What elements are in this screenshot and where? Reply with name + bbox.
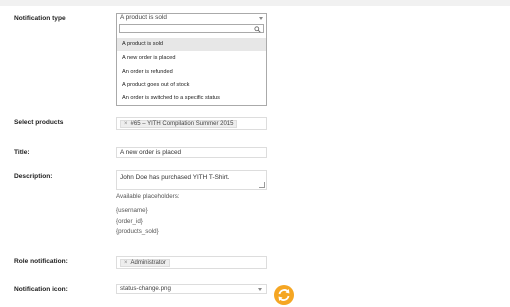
option-order-refunded[interactable]: An order is refunded xyxy=(117,66,266,79)
description-textarea[interactable]: John Doe has purchased YITH T-Shirt. xyxy=(116,170,267,190)
chevron-down-icon xyxy=(258,288,262,291)
option-product-sold[interactable]: A product is sold xyxy=(117,38,266,51)
select-products-label: Select products xyxy=(14,119,64,126)
option-new-order[interactable]: A new order is placed xyxy=(117,52,266,65)
option-out-of-stock[interactable]: A product goes out of stock xyxy=(117,79,266,92)
notification-type-search-input[interactable] xyxy=(119,24,264,33)
notification-type-label: Notification type xyxy=(14,15,66,22)
role-tag: × Administrator xyxy=(120,259,170,267)
placeholder-item: {username} xyxy=(116,207,148,214)
product-tag: × #65 – YITH Compilation Summer 2015 xyxy=(120,120,238,128)
title-label: Title: xyxy=(14,149,30,156)
remove-tag-icon[interactable]: × xyxy=(124,260,128,266)
placeholders-hint-title: Available placeholders: xyxy=(116,193,180,200)
notification-icon-label: Notification icon: xyxy=(14,286,68,293)
select-products-input[interactable]: × #65 – YITH Compilation Summer 2015 xyxy=(116,117,267,130)
title-input[interactable]: A new order is placed xyxy=(116,147,267,158)
role-notification-input[interactable]: × Administrator xyxy=(116,256,267,269)
resize-handle-icon[interactable] xyxy=(259,182,265,188)
search-icon xyxy=(254,26,261,33)
role-notification-label: Role notification: xyxy=(14,258,68,265)
notification-icon-select[interactable]: status-change.png xyxy=(116,284,267,294)
status-change-icon xyxy=(274,285,294,305)
notification-type-selected: A product is sold xyxy=(120,14,167,21)
description-label: Description: xyxy=(14,173,53,180)
notification-type-dropdown: A product is sold A new order is placed … xyxy=(116,22,267,106)
option-order-status[interactable]: An order is switched to a specific statu… xyxy=(117,92,266,105)
remove-tag-icon[interactable]: × xyxy=(124,121,128,127)
placeholder-item: {products_sold} xyxy=(116,228,159,235)
chevron-down-icon xyxy=(259,17,263,20)
placeholder-item: {order_id} xyxy=(116,218,143,225)
